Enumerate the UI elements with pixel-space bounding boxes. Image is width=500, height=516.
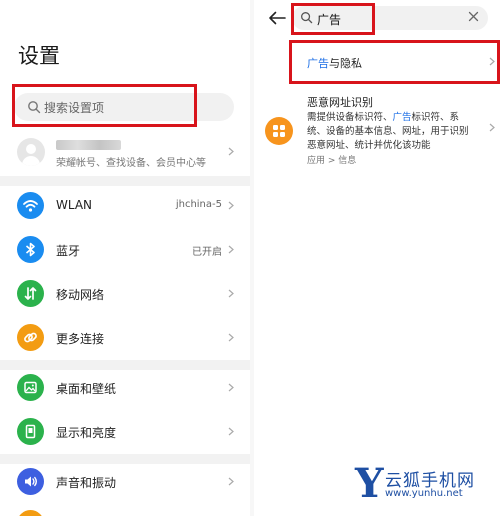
chevron-right-icon: [228, 333, 234, 342]
settings-item-label: 桌面和壁纸: [56, 382, 117, 396]
page-title: 设置: [18, 44, 60, 68]
close-icon[interactable]: [468, 11, 479, 22]
partial-settings-icon: [17, 510, 44, 516]
chevron-right-icon: [228, 147, 234, 156]
search-result-description: 需提供设备标识符、广告标识符、系统、设备的基本信息、网址，用于识别恶意网址、统计…: [307, 111, 477, 153]
description-text: 需提供设备标识符、: [307, 112, 393, 123]
wifi-icon: [17, 192, 44, 219]
settings-item-more-connections[interactable]: 更多连接: [0, 316, 250, 360]
bluetooth-icon: [17, 236, 44, 263]
image-icon: [17, 374, 44, 401]
settings-item-mobile-network[interactable]: 移动网络: [0, 272, 250, 316]
settings-item-display-brightness[interactable]: 显示和亮度: [0, 410, 250, 454]
watermark-letter: Y: [355, 460, 384, 507]
blurred-account-name: [56, 140, 121, 150]
chevron-right-icon: [228, 477, 234, 486]
search-match-highlight: 广告: [392, 112, 412, 123]
watermark-url: www.yunhu.net: [385, 488, 463, 499]
chevron-right-icon: [228, 245, 234, 254]
highlight-box: [291, 3, 375, 35]
display-icon: [17, 418, 44, 445]
mobile-data-icon: [17, 280, 44, 307]
settings-item-value: jhchina-5: [175, 199, 222, 210]
settings-item-sound-vibration[interactable]: 声音和振动: [0, 460, 250, 504]
settings-item-label: WLAN: [56, 198, 93, 212]
settings-item-bluetooth[interactable]: 蓝牙 已开启: [0, 228, 250, 272]
chevron-right-icon: [228, 383, 234, 392]
account-row[interactable]: 荣耀帐号、查找设备、会员中心等: [0, 130, 250, 174]
settings-item-desktop-wallpaper[interactable]: 桌面和壁纸: [0, 366, 250, 410]
sound-icon: [17, 468, 44, 495]
account-subtitle: 荣耀帐号、查找设备、会员中心等: [56, 158, 206, 169]
settings-item-value: 已开启: [192, 247, 222, 258]
chevron-right-icon: [228, 289, 234, 298]
chevron-right-icon: [228, 201, 234, 210]
search-results-panel: 广告 广告与隐私 恶意网址识别 需提供设备标识符、广告标识符、系统、设备的基本信…: [254, 0, 500, 516]
settings-panel: 设置 搜索设置项 荣耀帐号、查找设备、会员中心等 WLAN jhchina-5 …: [0, 0, 250, 516]
highlight-box: [289, 40, 500, 84]
watermark-logo: Y 云狐手机网 www.yunhu.net: [355, 462, 495, 512]
settings-item-label: 显示和亮度: [56, 426, 117, 440]
chevron-right-icon: [228, 427, 234, 436]
back-arrow-icon[interactable]: [268, 11, 286, 25]
search-result-malicious-url[interactable]: 恶意网址识别 需提供设备标识符、广告标识符、系统、设备的基本信息、网址，用于识别…: [254, 92, 500, 172]
settings-item-label: 更多连接: [56, 332, 105, 346]
highlight-box: [12, 84, 197, 127]
settings-item-label: 蓝牙: [56, 244, 81, 258]
chevron-right-icon: [489, 123, 495, 132]
settings-item-label: 移动网络: [56, 288, 105, 302]
apps-grid-icon: [265, 117, 293, 145]
link-icon: [17, 324, 44, 351]
settings-item-label: 声音和振动: [56, 476, 117, 490]
avatar: [17, 138, 45, 166]
breadcrumb: 应用 > 信息: [307, 156, 357, 166]
settings-item-wlan[interactable]: WLAN jhchina-5: [0, 184, 250, 228]
search-result-title: 恶意网址识别: [307, 96, 373, 109]
